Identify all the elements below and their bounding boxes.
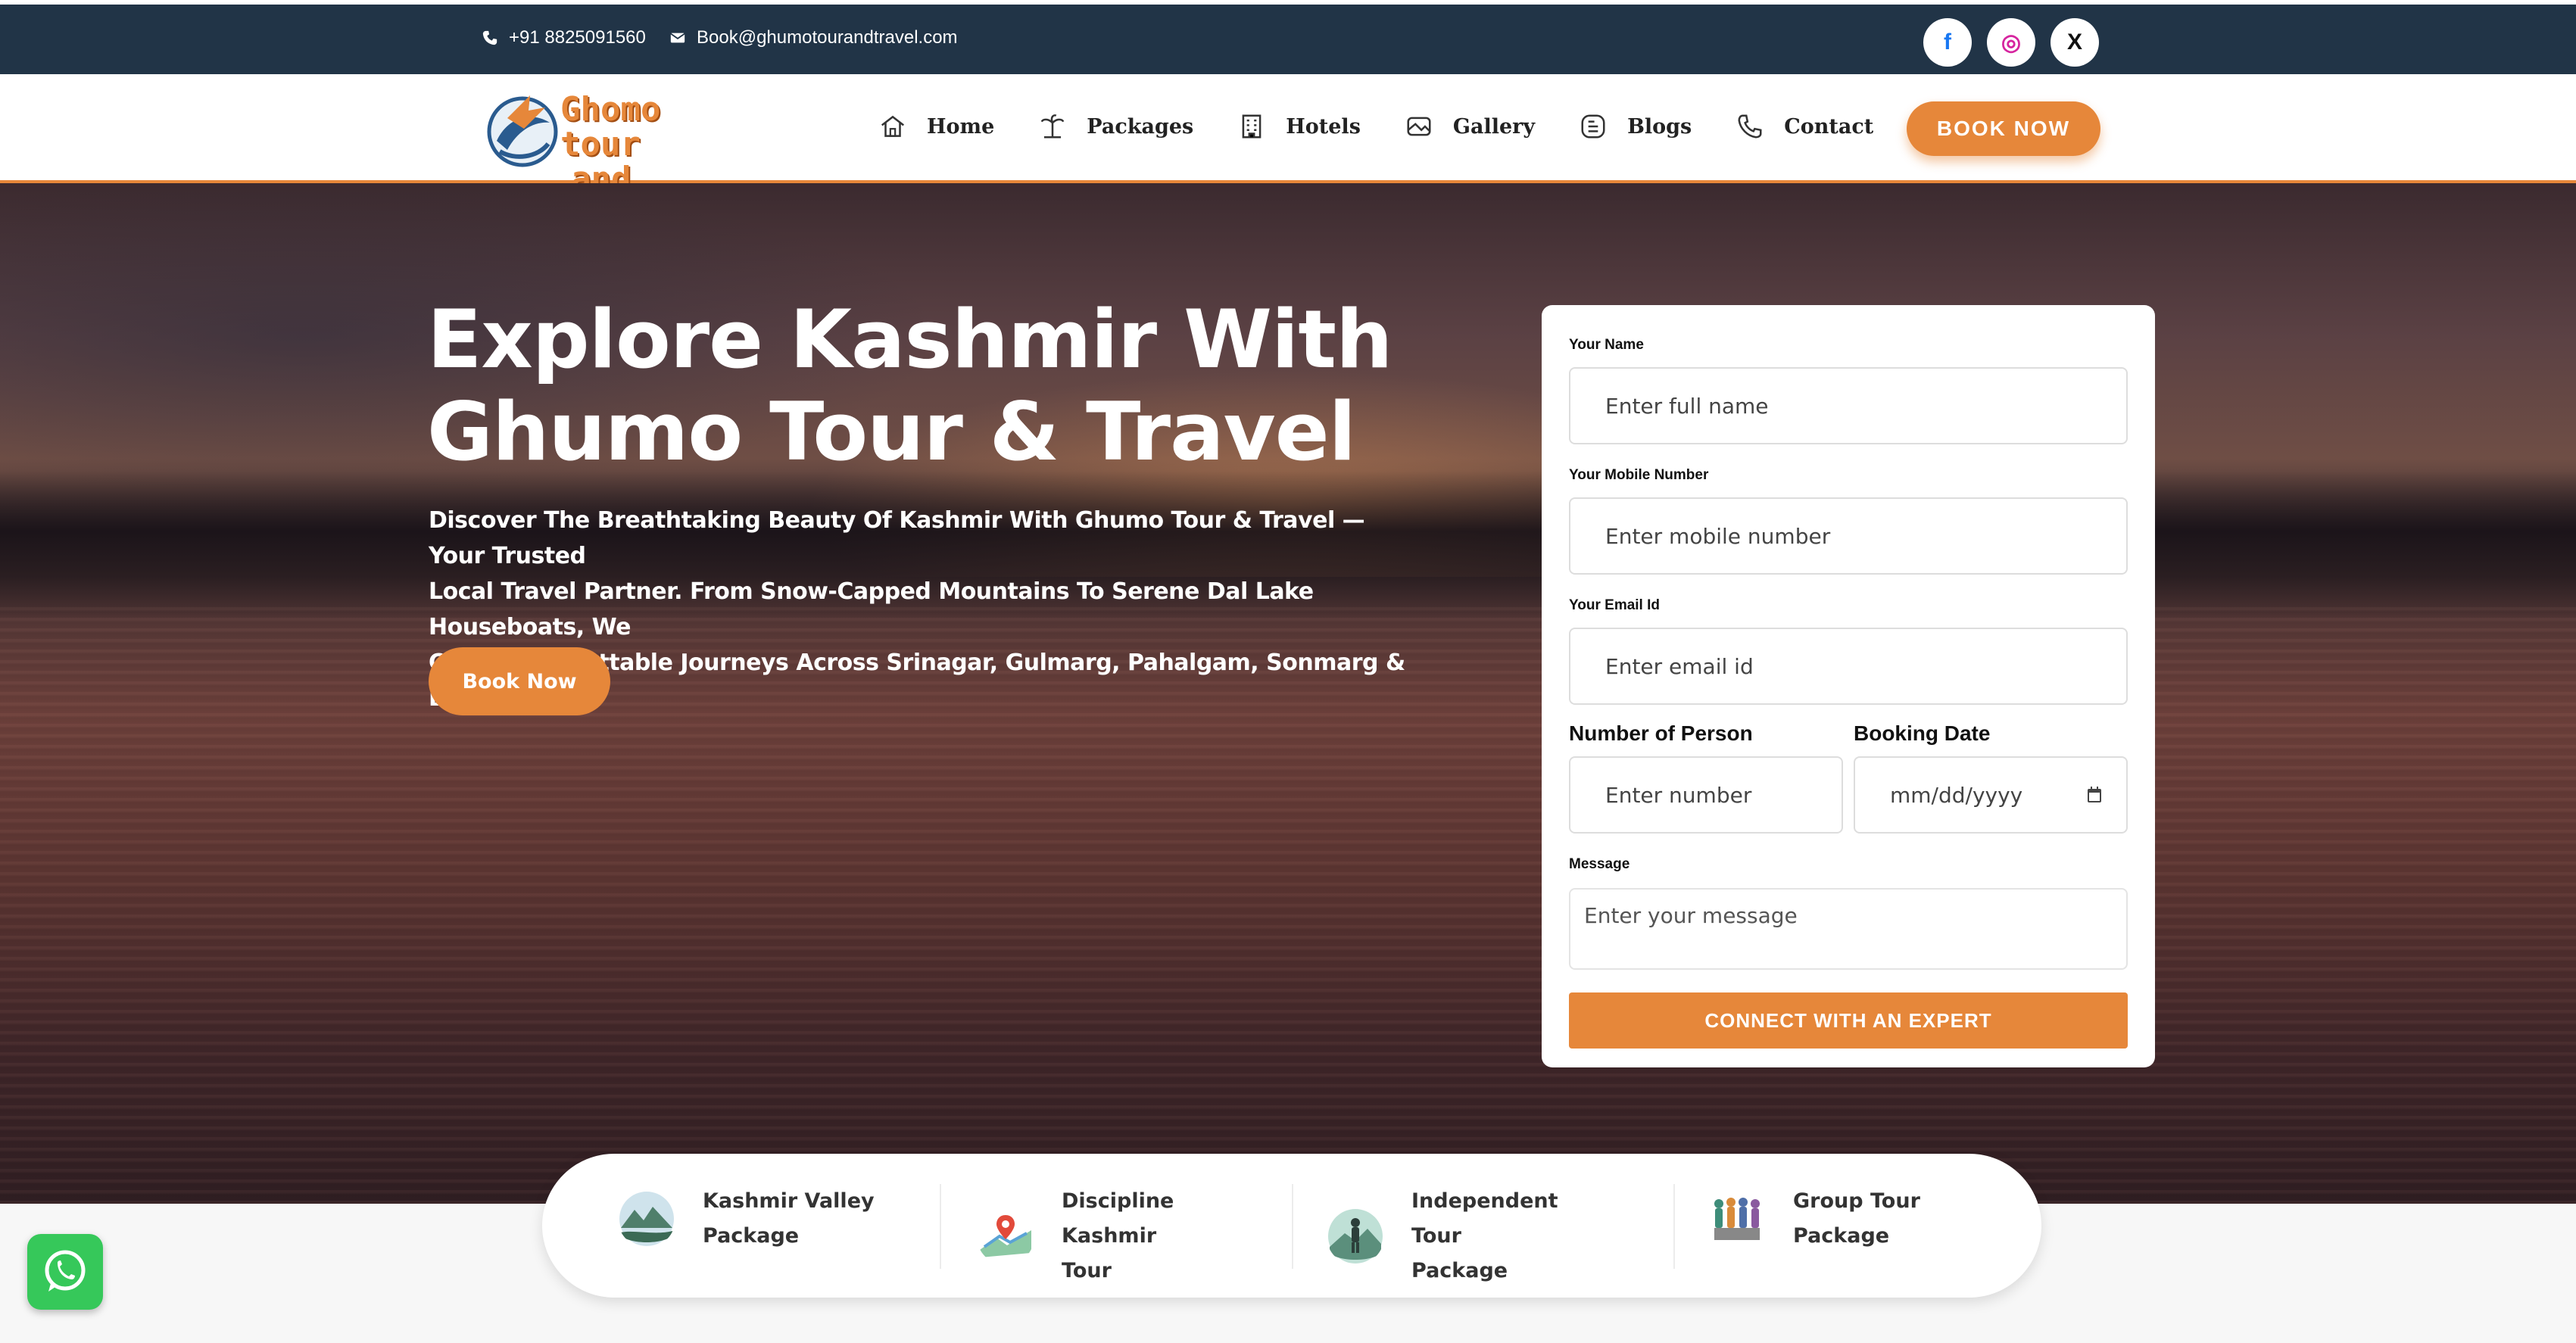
house-icon <box>881 115 905 137</box>
package-item-independent-tour[interactable]: Independent Tour Package <box>1327 1184 1608 1288</box>
nav-item-packages[interactable]: Packages <box>1038 112 1193 141</box>
topbar-phone[interactable]: +91 8825091560 <box>482 27 646 48</box>
solo-traveler-icon <box>1328 1209 1383 1264</box>
mail-icon <box>670 33 685 43</box>
package-item-kashmir-valley[interactable]: Kashmir Valley Package <box>618 1184 900 1254</box>
nav-menu: Home Packages Hotels Gallery Blogs Conta… <box>878 112 1873 141</box>
nav-item-label: Blogs <box>1627 114 1692 139</box>
nav-item-label: Home <box>927 114 995 139</box>
package-divider <box>1673 1184 1675 1269</box>
mobile-input[interactable]: Enter mobile number <box>1569 497 2128 575</box>
package-strip: Kashmir Valley Package Discipline Kashmi… <box>542 1154 2041 1298</box>
instagram-icon[interactable]: ◎ <box>1987 18 2035 67</box>
package-item-group-tour[interactable]: Group Tour Package <box>1708 1184 1990 1254</box>
building-icon <box>1242 114 1261 139</box>
persons-input[interactable]: Enter number <box>1569 756 1843 834</box>
package-name-line-1: Discipline Kashmir <box>1062 1189 1174 1248</box>
package-name-line-1: Independent Tour <box>1411 1189 1558 1248</box>
package-divider <box>940 1184 941 1269</box>
image-icon <box>1407 117 1431 136</box>
logo-emblem-icon <box>487 95 558 167</box>
hero-title-line-1: Explore Kashmir With <box>427 293 1392 386</box>
hero-desc-line-1: Discover The Breathtaking Beauty Of Kash… <box>429 507 1365 569</box>
logo-line-1: Ghomo tour <box>560 90 661 164</box>
nav-item-label: Packages <box>1087 114 1194 139</box>
hero-desc-line-2: Local Travel Partner. From Snow-Capped M… <box>429 578 1314 640</box>
nav-item-label: Contact <box>1784 114 1874 139</box>
package-name-line-2: Package <box>1793 1224 1890 1248</box>
phone-icon <box>482 30 497 45</box>
facebook-icon[interactable]: f <box>1923 18 1972 67</box>
hero-book-now-button[interactable]: Book Now <box>429 647 610 715</box>
connect-expert-button[interactable]: CONNECT WITH AN EXPERT <box>1569 992 2128 1049</box>
message-textarea[interactable]: Enter your message <box>1569 888 2128 970</box>
nav-item-contact[interactable]: Contact <box>1736 112 1873 141</box>
top-bar: +91 8825091560 Book@ghumotourandtravel.c… <box>0 0 2576 74</box>
whatsapp-icon <box>45 1250 86 1292</box>
mountain-valley-icon <box>619 1192 674 1246</box>
email-address: Book@ghumotourandtravel.com <box>697 27 958 48</box>
date-placeholder: mm/dd/yyyy <box>1890 782 2023 808</box>
palm-tree-icon <box>1040 114 1065 139</box>
map-pin-icon <box>980 1215 1031 1257</box>
nav-item-label: Hotels <box>1286 114 1361 139</box>
nav-item-gallery[interactable]: Gallery <box>1405 112 1535 141</box>
social-links: f ◎ X <box>1923 18 2099 67</box>
group-travelers-icon <box>1714 1198 1760 1240</box>
calendar-icon[interactable] <box>2087 787 2102 803</box>
message-label: Message <box>1569 856 1630 872</box>
package-name: Discipline Kashmir Tour <box>1062 1184 1258 1288</box>
package-name: Kashmir Valley Package <box>703 1184 900 1254</box>
package-name: Independent Tour Package <box>1411 1184 1608 1288</box>
nav-item-home[interactable]: Home <box>878 112 994 141</box>
hero-title-line-2: Ghumo Tour & Travel <box>427 385 1356 478</box>
package-name-line-1: Group Tour <box>1793 1189 1920 1213</box>
blog-icon <box>1581 114 1605 139</box>
topbar-email[interactable]: Book@ghumotourandtravel.com <box>669 27 958 48</box>
hero-title: Explore Kashmir With Ghumo Tour & Travel <box>427 294 1487 478</box>
package-name: Group Tour Package <box>1793 1184 1990 1254</box>
date-label: Booking Date <box>1854 721 1991 745</box>
mobile-label: Your Mobile Number <box>1569 467 1709 483</box>
name-input[interactable]: Enter full name <box>1569 367 2128 444</box>
phone-number: +91 8825091560 <box>509 27 646 48</box>
booking-date-input[interactable]: mm/dd/yyyy <box>1854 756 2128 834</box>
package-item-discipline-kashmir[interactable]: Discipline Kashmir Tour <box>977 1184 1258 1288</box>
booking-form: Your Name Enter full name Your Mobile Nu… <box>1542 305 2155 1067</box>
site-logo[interactable]: Ghomo tour and travel <box>485 88 757 232</box>
package-name-line-1: Kashmir Valley <box>703 1189 875 1213</box>
package-divider <box>1292 1184 1293 1269</box>
package-name-line-2: Tour <box>1062 1259 1112 1282</box>
persons-label: Number of Person <box>1569 721 1753 745</box>
name-label: Your Name <box>1569 337 1644 353</box>
phone-icon <box>1738 114 1762 139</box>
package-name-line-2: Package <box>703 1224 800 1248</box>
whatsapp-button[interactable] <box>27 1234 103 1310</box>
nav-item-blogs[interactable]: Blogs <box>1579 112 1692 141</box>
x-twitter-icon[interactable]: X <box>2051 18 2099 67</box>
book-now-button[interactable]: BOOK NOW <box>1907 101 2100 156</box>
package-name-line-2: Package <box>1411 1259 1508 1282</box>
main-navigation: Ghomo tour and travel Home Packages Hote… <box>0 74 2576 232</box>
nav-item-label: Gallery <box>1452 114 1536 139</box>
email-input[interactable]: Enter email id <box>1569 628 2128 705</box>
email-label: Your Email Id <box>1569 597 1661 613</box>
nav-item-hotels[interactable]: Hotels <box>1237 112 1361 141</box>
